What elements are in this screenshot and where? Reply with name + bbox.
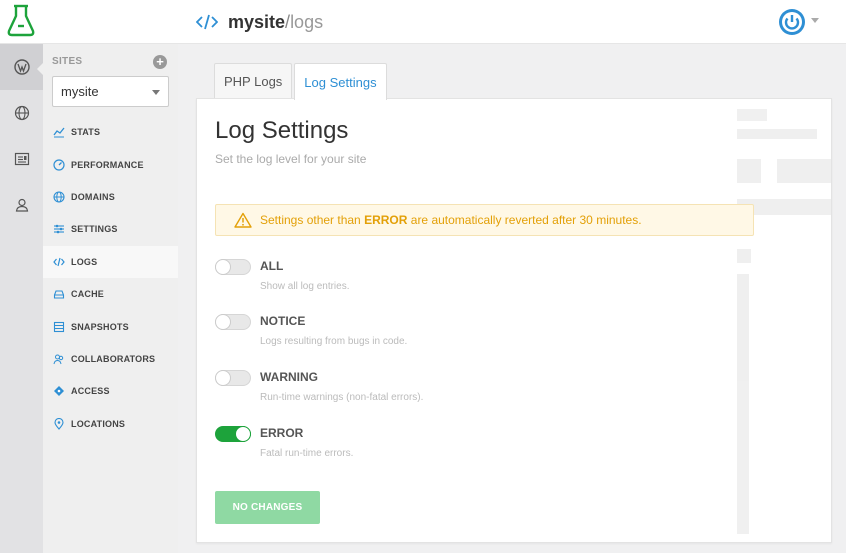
page-subtitle: Set the log level for your site: [215, 152, 367, 166]
sidebar-item-label: SNAPSHOTS: [71, 321, 129, 332]
sidebar-item-logs[interactable]: LOGS: [43, 245, 178, 278]
stats-icon: [53, 127, 65, 138]
site-select[interactable]: mysite: [52, 76, 169, 107]
toggle-all[interactable]: [215, 259, 251, 275]
warning-triangle-icon: [234, 212, 252, 228]
sidebar-item-performance[interactable]: PERFORMANCE: [43, 148, 178, 180]
chevron-down-icon: [152, 90, 160, 95]
user-power-icon[interactable]: [778, 8, 806, 36]
account-rail-item[interactable]: [0, 182, 43, 228]
sidebar-item-label: LOGS: [71, 256, 98, 267]
sidebar-item-snapshots[interactable]: SNAPSHOTS: [43, 310, 178, 342]
top-bar: mysite / logs: [0, 0, 846, 44]
log-settings-card: Log Settings Set the log level for your …: [196, 98, 832, 543]
sidebar-item-settings[interactable]: SETTINGS: [43, 213, 178, 245]
globe-rail-item[interactable]: [0, 90, 43, 136]
globe-icon: [53, 191, 65, 203]
log-level-option-error: ERROR Fatal run-time errors.: [215, 424, 615, 468]
sidebar-item-label: LOCATIONS: [71, 418, 126, 429]
log-level-option-warning: WARNING Run-time warnings (non-fatal err…: [215, 368, 615, 412]
log-tabs: PHP Logs Log Settings: [214, 63, 389, 100]
warning-prefix: Settings other than: [260, 213, 361, 227]
sliders-icon: [54, 225, 64, 234]
globe-icon: [14, 105, 29, 121]
sidebar-item-cache[interactable]: CACHE: [43, 278, 178, 310]
sidebar-item-domains[interactable]: DOMAINS: [43, 181, 178, 213]
sidebar-item-label: ACCESS: [71, 386, 110, 397]
sidebar-item-access[interactable]: ACCESS: [43, 375, 178, 407]
sidebar-item-label: COLLABORATORS: [71, 353, 156, 364]
revert-warning-banner: Settings other than ERROR are automatica…: [215, 204, 754, 236]
breadcrumb: mysite / logs: [196, 11, 323, 33]
gauge-icon: [53, 158, 65, 171]
site-nav: STATS PERFORMANCE DOMAINS SETTINGS LOGS …: [43, 116, 178, 440]
code-icon: [196, 14, 218, 30]
user-icon: [15, 198, 28, 212]
log-level-option-all: ALL Show all log entries.: [215, 257, 615, 301]
news-rail-item[interactable]: [0, 136, 43, 182]
background-ghost-overlay: [727, 99, 831, 542]
option-label: ALL: [260, 259, 284, 273]
toggle-knob: [215, 370, 231, 386]
option-description: Show all log entries.: [260, 281, 350, 292]
icon-rail: [0, 44, 44, 553]
sidebar-item-stats[interactable]: STATS: [43, 116, 178, 148]
sidebar-item-label: PERFORMANCE: [71, 159, 144, 170]
account-dropdown-caret-icon[interactable]: [811, 18, 819, 23]
key-icon: [54, 386, 64, 397]
no-changes-button[interactable]: NO CHANGES: [215, 491, 320, 524]
toggle-knob: [235, 426, 251, 442]
sidebar: SITES + mysite STATS PERFORMANCE DOMAINS…: [43, 44, 178, 553]
option-description: Logs resulting from bugs in code.: [260, 336, 408, 347]
toggle-error[interactable]: [215, 426, 251, 442]
toggle-knob: [215, 259, 231, 275]
toggle-warning[interactable]: [215, 370, 251, 386]
warning-emphasis: ERROR: [364, 213, 408, 227]
snapshot-icon: [53, 321, 65, 332]
page-title: Log Settings: [215, 117, 349, 144]
sites-heading: SITES: [52, 56, 83, 67]
option-label: ERROR: [260, 426, 304, 440]
warning-suffix: are automatically reverted after 30 minu…: [410, 213, 642, 227]
people-icon: [53, 354, 64, 365]
add-site-button[interactable]: +: [153, 55, 167, 69]
tab-log-settings[interactable]: Log Settings: [294, 63, 387, 100]
option-label: NOTICE: [260, 314, 306, 328]
option-description: Fatal run-time errors.: [260, 448, 354, 459]
option-description: Run-time warnings (non-fatal errors).: [260, 392, 424, 403]
option-label: WARNING: [260, 370, 318, 384]
toggle-notice[interactable]: [215, 314, 251, 330]
sidebar-item-label: CACHE: [71, 289, 105, 300]
breadcrumb-page: logs: [290, 11, 324, 32]
sidebar-item-label: DOMAINS: [71, 191, 115, 202]
site-select-value: mysite: [61, 84, 99, 99]
sidebar-item-locations[interactable]: LOCATIONS: [43, 408, 178, 440]
toggle-knob: [215, 314, 231, 330]
wordpress-icon: [13, 59, 30, 75]
breadcrumb-site[interactable]: mysite: [228, 12, 285, 33]
tab-php-logs[interactable]: PHP Logs: [214, 63, 293, 99]
cache-icon: [53, 290, 65, 299]
sidebar-item-label: STATS: [71, 127, 101, 138]
sidebar-item-collaborators[interactable]: COLLABORATORS: [43, 343, 178, 375]
log-level-option-notice: NOTICE Logs resulting from bugs in code.: [215, 312, 615, 356]
newspaper-icon: [14, 152, 29, 166]
flask-logo-icon[interactable]: [6, 4, 36, 38]
code-icon: [53, 257, 65, 266]
sidebar-item-label: SETTINGS: [71, 224, 118, 235]
pin-icon: [54, 417, 64, 430]
